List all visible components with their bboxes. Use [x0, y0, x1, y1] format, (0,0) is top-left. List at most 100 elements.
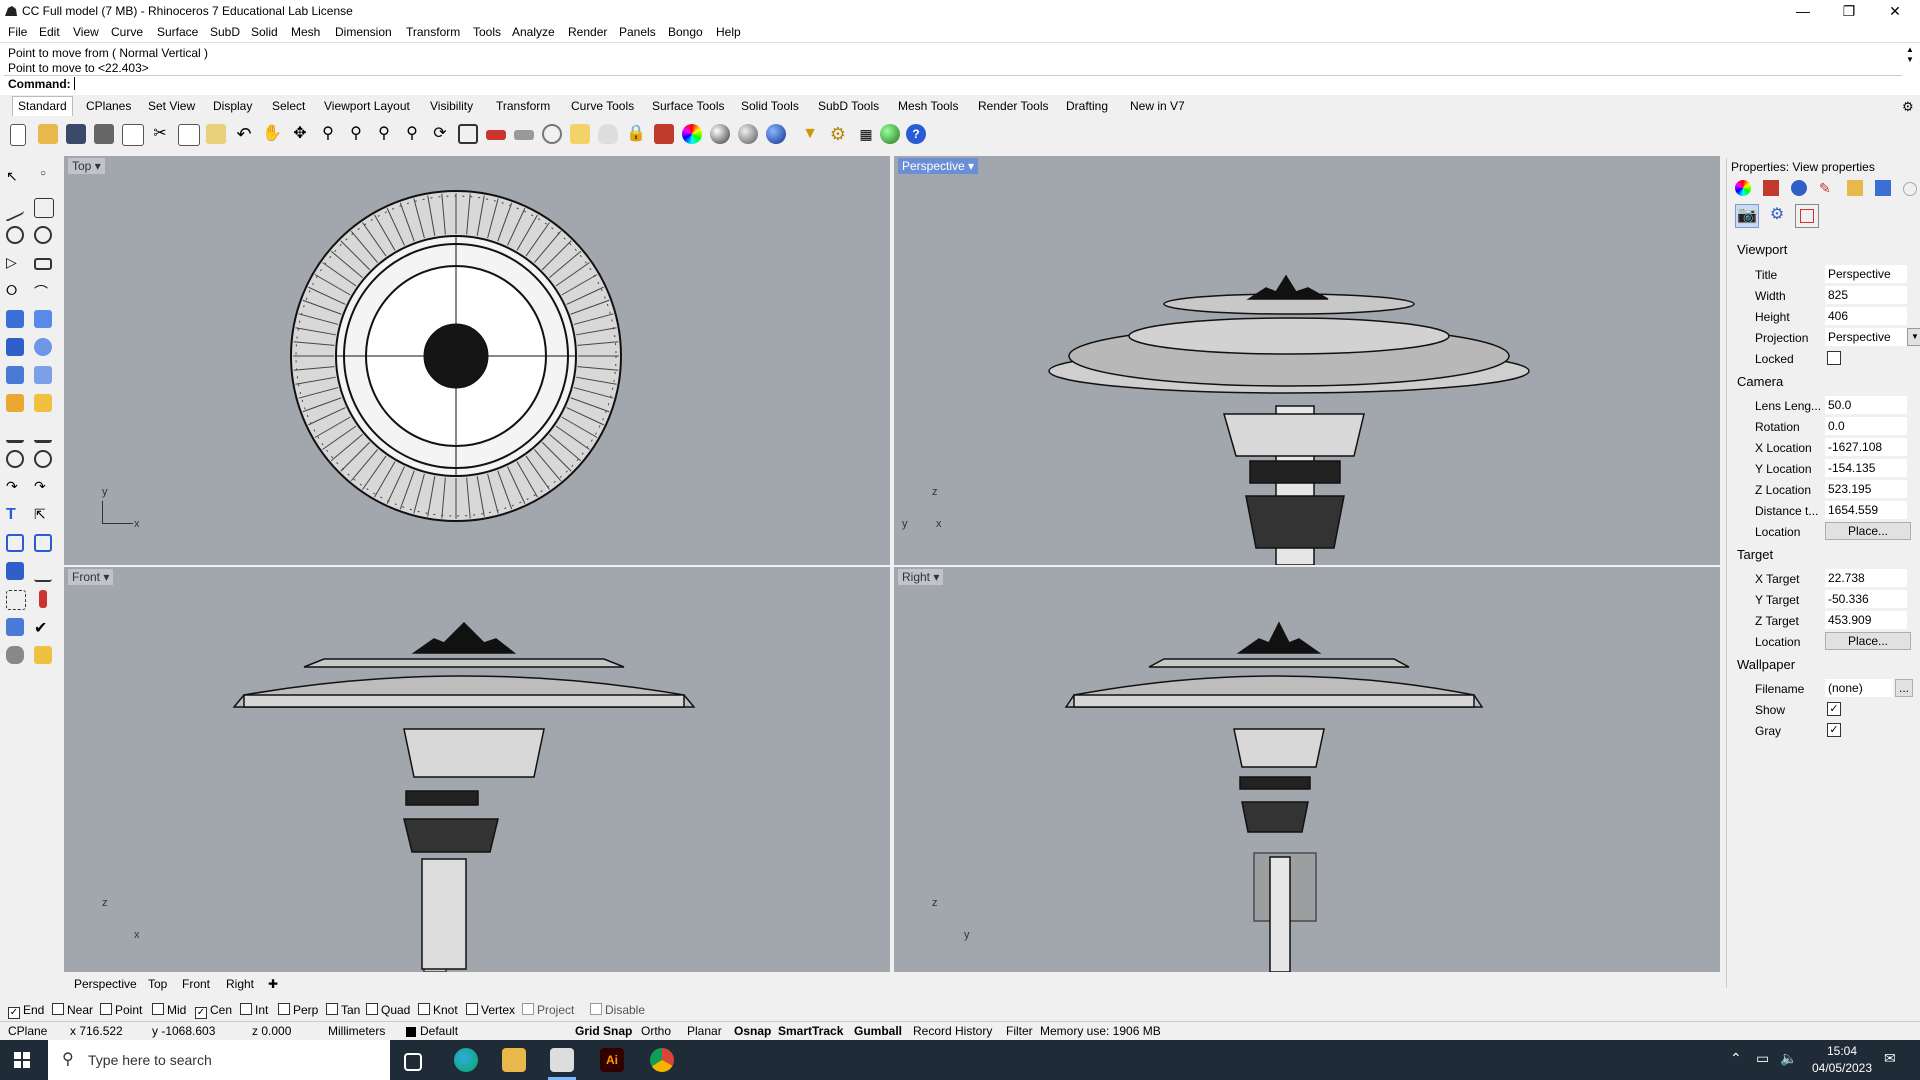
explode-icon[interactable]: [6, 394, 24, 412]
tab-cplanes[interactable]: CPlanes: [86, 99, 131, 113]
clock-time[interactable]: 15:04: [1812, 1044, 1872, 1058]
title-field[interactable]: Perspective: [1825, 265, 1907, 283]
settings-gear-icon[interactable]: ⚙: [828, 124, 848, 144]
network-icon[interactable]: ▭: [1756, 1050, 1769, 1067]
viewport-tab-perspective[interactable]: Perspective: [74, 977, 137, 991]
chrome-icon[interactable]: [650, 1048, 674, 1072]
render-icon[interactable]: [1763, 180, 1779, 196]
viewport-tab-right[interactable]: Right: [226, 977, 254, 991]
lens-length-field[interactable]: 50.0: [1825, 396, 1907, 414]
cplane-indicator[interactable]: CPlane: [8, 1024, 47, 1038]
block-icon[interactable]: [6, 534, 24, 552]
viewport-tab-top[interactable]: Top: [148, 977, 167, 991]
named-view-icon[interactable]: ⚙: [1765, 204, 1789, 228]
height-field[interactable]: 406: [1825, 307, 1907, 325]
menu-bongo[interactable]: Bongo: [668, 25, 703, 39]
boolean-union-icon[interactable]: [6, 450, 24, 468]
four-viewports-icon[interactable]: [458, 124, 478, 144]
sphere-icon[interactable]: [34, 338, 52, 356]
polyline-icon[interactable]: [6, 193, 24, 223]
snap-icon[interactable]: [570, 124, 590, 144]
render-preview-icon[interactable]: [514, 130, 534, 140]
osnap-quad[interactable]: Quad: [366, 1003, 410, 1017]
dimension-icon[interactable]: ⇱: [34, 506, 52, 524]
tab-drafting[interactable]: Drafting: [1066, 99, 1108, 113]
select-arrow-icon[interactable]: ↖: [6, 168, 24, 186]
gumball-toggle[interactable]: Gumball: [854, 1024, 902, 1038]
edge-icon[interactable]: [454, 1048, 478, 1072]
planar-toggle[interactable]: Planar: [687, 1024, 722, 1038]
z-location-field[interactable]: 523.195: [1825, 480, 1907, 498]
environment-icon[interactable]: [1791, 180, 1807, 196]
tab-solid-tools[interactable]: Solid Tools: [741, 99, 799, 113]
notification-icon[interactable]: ✉: [1884, 1050, 1896, 1067]
menu-render[interactable]: Render: [568, 25, 607, 39]
texture-icon[interactable]: ✎: [1819, 180, 1835, 196]
rectangle-icon[interactable]: [34, 258, 52, 270]
save-icon[interactable]: [66, 124, 86, 144]
menu-edit[interactable]: Edit: [39, 25, 60, 39]
box-icon[interactable]: [6, 338, 24, 356]
target-place-button[interactable]: Place...: [1825, 632, 1911, 650]
open-icon[interactable]: [38, 124, 58, 144]
zoom-window-icon[interactable]: ⚲: [346, 124, 366, 144]
osnap-disable[interactable]: Disable: [590, 1003, 645, 1017]
restore-icon[interactable]: ❐: [1826, 0, 1872, 22]
layer-indicator[interactable]: Default: [420, 1024, 458, 1038]
menu-surface[interactable]: Surface: [157, 25, 198, 39]
folder-icon[interactable]: [1847, 180, 1863, 196]
undo-icon[interactable]: ↶: [234, 124, 254, 144]
osnap-tan[interactable]: Tan: [326, 1003, 360, 1017]
zoom-selected-icon[interactable]: ⚲: [402, 124, 422, 144]
z-target-field[interactable]: 453.909: [1825, 611, 1907, 629]
command-input[interactable]: Command:: [4, 75, 1902, 92]
grid-snap-toggle[interactable]: Grid Snap: [575, 1024, 632, 1038]
viewport-tab-front[interactable]: Front: [182, 977, 210, 991]
units-indicator[interactable]: Millimeters: [328, 1024, 385, 1038]
osnap-project[interactable]: Project: [522, 1003, 574, 1017]
ellipse-icon[interactable]: [34, 226, 52, 244]
viewport-right[interactable]: Right ▾ z y: [894, 567, 1720, 972]
camera-icon[interactable]: 📷: [1735, 204, 1759, 228]
light-icon[interactable]: [598, 124, 618, 144]
tab-mesh-tools[interactable]: Mesh Tools: [898, 99, 958, 113]
file-explorer-icon[interactable]: [502, 1048, 526, 1072]
add-viewport-icon[interactable]: ✚: [268, 977, 278, 991]
zoom-extents-icon[interactable]: ⚲: [374, 124, 394, 144]
viewport-front[interactable]: Front ▾ z x: [64, 567, 890, 972]
tab-curve-tools[interactable]: Curve Tools: [571, 99, 634, 113]
osnap-knot[interactable]: Knot: [418, 1003, 458, 1017]
color-wheel-icon[interactable]: [682, 124, 702, 144]
rhino-taskbar-icon[interactable]: [550, 1048, 574, 1072]
layer-tree-icon[interactable]: ▦: [856, 124, 876, 144]
help-icon[interactable]: ?: [906, 124, 926, 144]
settings-gear-icon[interactable]: ⚙: [1902, 99, 1914, 115]
rotation-field[interactable]: 0.0: [1825, 417, 1907, 435]
extrude-icon[interactable]: [34, 366, 52, 384]
material-icon[interactable]: [1735, 180, 1751, 196]
windows-start-icon[interactable]: [14, 1052, 30, 1068]
text-icon[interactable]: T: [6, 506, 24, 524]
shaded-sphere-icon[interactable]: [710, 124, 730, 144]
y-target-field[interactable]: -50.336: [1825, 590, 1907, 608]
new-icon[interactable]: [10, 124, 26, 146]
distance-field[interactable]: 1654.559: [1825, 501, 1907, 519]
minimize-icon[interactable]: —: [1780, 0, 1826, 22]
array-icon[interactable]: [6, 590, 26, 610]
trim-icon[interactable]: [6, 422, 24, 443]
x-target-field[interactable]: 22.738: [1825, 569, 1907, 587]
menu-analyze[interactable]: Analyze: [512, 25, 555, 39]
group-icon[interactable]: [34, 534, 52, 552]
camera-place-button[interactable]: Place...: [1825, 522, 1911, 540]
more-icon[interactable]: [1903, 182, 1917, 196]
fillet-icon[interactable]: ⭘: [6, 282, 24, 300]
width-field[interactable]: 825: [1825, 286, 1907, 304]
close-icon[interactable]: ✕: [1872, 0, 1918, 22]
analyze-icon[interactable]: [34, 562, 52, 582]
blue-sphere-icon[interactable]: [766, 124, 786, 144]
osnap-near[interactable]: Near: [52, 1003, 93, 1017]
show-checkbox[interactable]: ✓: [1827, 702, 1841, 716]
osnap-int[interactable]: Int: [240, 1003, 268, 1017]
menu-solid[interactable]: Solid: [251, 25, 278, 39]
tab-select[interactable]: Select: [272, 99, 305, 113]
